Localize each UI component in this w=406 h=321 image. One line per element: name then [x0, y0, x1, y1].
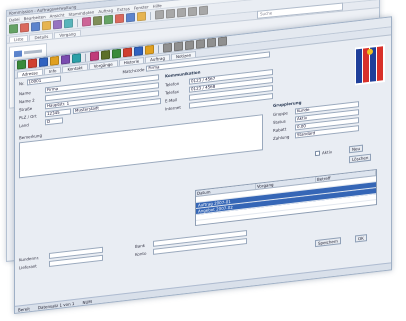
toolbar-button-icon[interactable] — [39, 57, 48, 68]
plz-field[interactable]: 12345 — [45, 108, 71, 118]
group-section-title: Gruppierung — [273, 99, 302, 109]
active-checkbox-label: Aktiv — [322, 148, 333, 155]
web-label: Internet — [165, 104, 181, 112]
back-menu-datei[interactable]: Datei — [9, 16, 20, 22]
toolbar-separator — [150, 11, 151, 20]
toolbar-button-icon[interactable] — [196, 38, 205, 49]
toolbar-separator — [85, 53, 86, 62]
plz-label: PLZ / Ort — [19, 112, 37, 120]
toolbar-button-icon[interactable] — [42, 20, 51, 31]
delete-button[interactable]: Löschen — [349, 153, 372, 164]
toolbar-button-icon[interactable] — [207, 37, 216, 48]
toolbar-button-icon[interactable] — [50, 55, 59, 66]
lieferant-label: Lieferant — [19, 262, 37, 270]
phone-label: Telefon — [165, 80, 180, 88]
toolbar-button-icon[interactable] — [145, 44, 154, 55]
tab-auftrag[interactable]: Auftrag — [145, 53, 170, 63]
name-label: Name — [19, 89, 31, 96]
toolbar-button-icon[interactable] — [61, 54, 70, 65]
scene: Kommission - Auftragsverwaltung Datei Be… — [0, 0, 406, 321]
toolbar-button-icon[interactable] — [28, 58, 37, 69]
toolbar-button-icon[interactable] — [104, 14, 113, 25]
status-record: Datensatz 1 von 1 — [37, 300, 75, 310]
toolbar-button-icon[interactable] — [163, 42, 172, 53]
toolbar-button-icon[interactable] — [174, 41, 183, 52]
toolbar-button-icon[interactable] — [137, 11, 146, 22]
street-label: Straße — [19, 105, 33, 112]
toolbar-button-icon[interactable] — [188, 6, 197, 17]
status-ready: Bereit — [18, 305, 30, 313]
back-menu-hilfe[interactable]: Hilfe — [153, 3, 162, 9]
mail-label: E-Mail — [165, 96, 178, 104]
toolbar-button-icon[interactable] — [199, 5, 208, 16]
back-tab-details[interactable]: Details — [29, 32, 54, 41]
active-checkbox[interactable] — [315, 150, 320, 156]
tab-kontakt[interactable]: Kontakt — [62, 63, 88, 73]
fax-label: Telefax — [165, 88, 180, 96]
back-menu-auftrag[interactable]: Auftrag — [98, 7, 113, 13]
toolbar-button-icon[interactable] — [126, 12, 135, 23]
new-button[interactable]: Neu — [349, 144, 363, 154]
toolbar-button-icon[interactable] — [93, 15, 102, 26]
back-menu-fenster[interactable]: Fenster — [134, 4, 149, 10]
toolbar-button-icon[interactable] — [31, 21, 40, 32]
toolbar-button-icon[interactable] — [53, 19, 62, 30]
tab-info[interactable]: Info — [43, 66, 62, 75]
back-tab-liste[interactable]: Liste — [9, 34, 29, 43]
status-bar: Bereit Datensatz 1 von 1 NUM — [15, 262, 391, 313]
toolbar-separator — [77, 18, 78, 27]
back-menu-extras[interactable]: Extras — [117, 6, 130, 12]
toolbar-separator — [158, 44, 159, 53]
toolbar-button-icon[interactable] — [90, 51, 99, 62]
group4-label: Zahlung — [273, 133, 290, 141]
status-num: NUM — [82, 298, 92, 305]
matchcode-label: Matchcode — [122, 66, 145, 74]
toolbar-button-icon[interactable] — [123, 47, 132, 58]
nr-field[interactable]: 10001 — [26, 75, 61, 86]
toolbar-button-icon[interactable] — [64, 18, 73, 29]
company-logo-icon — [355, 44, 385, 86]
tab-adresse[interactable]: Adresse — [17, 68, 43, 78]
back-menu-ansicht[interactable]: Ansicht — [50, 12, 65, 18]
toolbar-button-icon[interactable] — [112, 48, 121, 59]
group3-label: Rabatt — [273, 125, 287, 133]
tab-notizen[interactable]: Notizen — [170, 50, 197, 60]
bank-label: Bank — [135, 242, 146, 249]
ok-button[interactable]: OK — [355, 234, 367, 243]
toolbar-button-icon[interactable] — [101, 49, 110, 60]
vorgaenge-grid[interactable]: Datum Vorgang Betreff Auftrag 2007-01 An… — [195, 168, 377, 227]
konto-label: Konto — [135, 250, 147, 257]
back-tab-vorgang[interactable]: Vorgang — [54, 29, 81, 39]
toolbar-button-icon[interactable] — [155, 9, 164, 20]
toolbar-button-icon[interactable] — [20, 22, 29, 33]
tab-vorgaenge[interactable]: Vorgänge — [88, 59, 118, 70]
toolbar-button-icon[interactable] — [72, 53, 81, 64]
save-button[interactable]: Speichern — [315, 237, 341, 248]
toolbar-button-icon[interactable] — [166, 8, 175, 19]
toolbar-button-icon[interactable] — [17, 59, 26, 70]
toolbar-button-icon[interactable] — [134, 46, 143, 57]
toolbar-button-icon[interactable] — [82, 16, 91, 27]
country-field[interactable]: D — [45, 117, 63, 126]
toolbar-button-icon[interactable] — [115, 13, 124, 24]
active-checkbox-row: Aktiv — [315, 148, 332, 156]
country-label: Land — [19, 121, 29, 128]
nr-label: Nr. — [19, 80, 25, 86]
group1-label: Gruppe — [273, 109, 288, 117]
toolbar-button-icon[interactable] — [218, 36, 227, 47]
name2-label: Name 2 — [19, 97, 35, 104]
toolbar-button-icon[interactable] — [185, 40, 194, 51]
toolbar-button-icon[interactable] — [9, 23, 18, 34]
group2-label: Status — [273, 118, 286, 125]
toolbar-button-icon[interactable] — [177, 7, 186, 18]
tab-historie[interactable]: Historie — [118, 56, 145, 66]
front-window: Adresse Info Kontakt Vorgänge Historie A… — [14, 16, 392, 314]
